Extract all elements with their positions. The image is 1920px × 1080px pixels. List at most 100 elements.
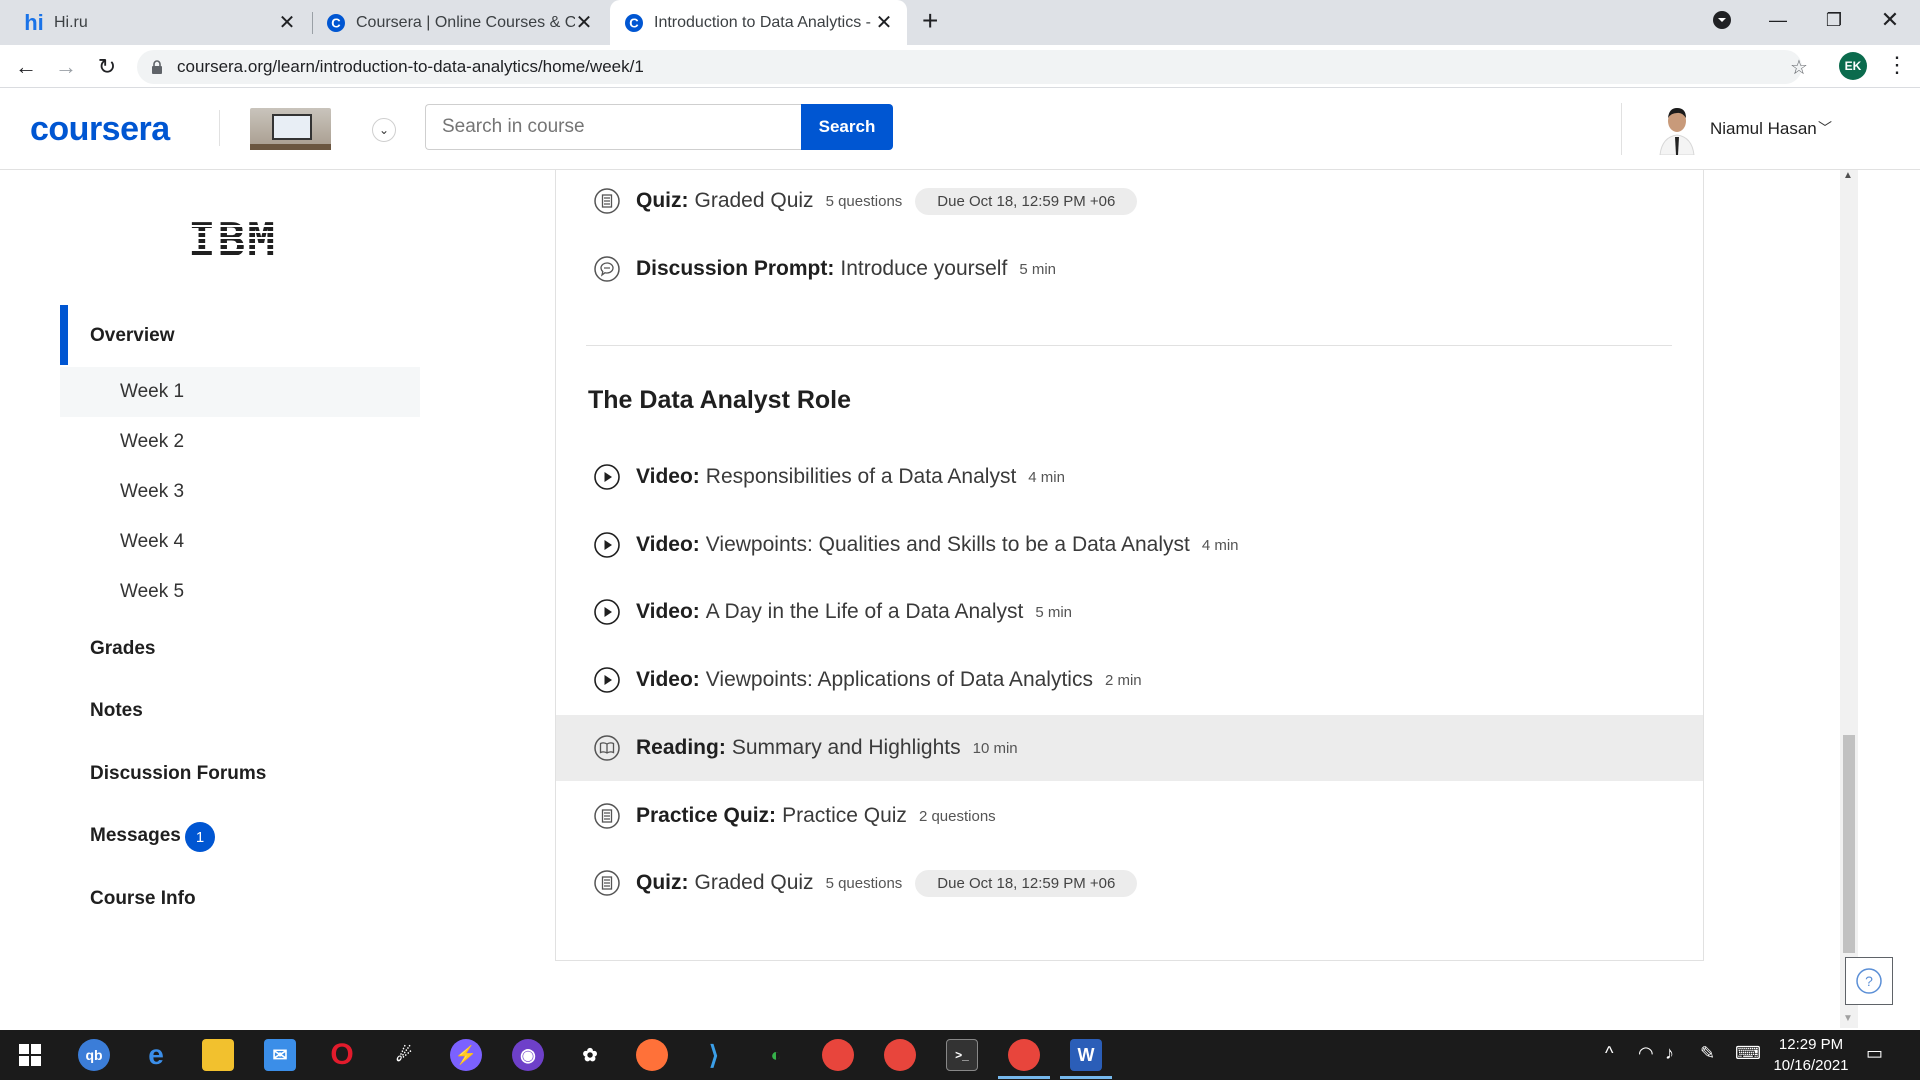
item-title: Summary and Highlights (731, 736, 961, 759)
list-item[interactable]: Practice Quiz: Practice Quiz 2 questions (556, 783, 1703, 849)
tab-intro-data-analytics[interactable]: C Introduction to Data Analytics - V ✕ (610, 0, 907, 45)
chevron-down-icon[interactable]: ⌄ (372, 118, 396, 142)
course-thumbnail[interactable] (250, 108, 331, 150)
file-explorer-icon[interactable] (202, 1039, 234, 1071)
sidebar-item-week-1[interactable]: Week 1 (120, 381, 184, 403)
sidebar-item-overview[interactable]: Overview (90, 325, 175, 347)
search-button[interactable]: Search (801, 104, 893, 150)
github-icon[interactable]: ◉ (512, 1039, 544, 1071)
new-tab-icon[interactable]: + (922, 6, 938, 36)
item-meta: 5 min (1019, 260, 1056, 278)
active-app-indicator (998, 1076, 1050, 1079)
sidebar-item-week-5[interactable]: Week 5 (120, 581, 184, 603)
list-item[interactable]: Quiz: Graded Quiz 5 questions Due Oct 18… (556, 168, 1703, 234)
item-type: Video: (636, 600, 700, 623)
tab-search-icon[interactable] (1694, 0, 1750, 40)
play-icon (594, 532, 620, 558)
tab-title: Introduction to Data Analytics - V (654, 13, 875, 31)
wifi-icon[interactable]: ◠ (1638, 1043, 1654, 1064)
satellite-icon[interactable]: ☄ (388, 1039, 420, 1071)
minimize-icon[interactable]: — (1750, 0, 1806, 40)
tab-title: Hi.ru (54, 13, 88, 31)
header-divider (219, 110, 220, 146)
chrome-icon[interactable] (822, 1039, 854, 1071)
help-button[interactable]: ? (1845, 957, 1893, 1005)
chevron-down-icon[interactable]: ﹀ (1818, 118, 1832, 138)
scroll-down-arrow-icon[interactable]: ▼ (1843, 1013, 1853, 1024)
sidebar-item-week-3[interactable]: Week 3 (120, 481, 184, 503)
restore-icon[interactable]: ❐ (1806, 0, 1862, 40)
list-item[interactable]: Video: A Day in the Life of a Data Analy… (556, 579, 1703, 645)
bookmark-star-icon[interactable]: ☆ (1790, 55, 1808, 80)
search-input[interactable] (425, 104, 802, 150)
sidebar-item-week-2[interactable]: Week 2 (120, 431, 184, 453)
scroll-up-arrow-icon[interactable]: ▲ (1843, 170, 1853, 181)
tab-coursera-home[interactable]: C Coursera | Online Courses & Crec ✕ (312, 0, 607, 45)
edge-icon[interactable]: e (140, 1039, 172, 1071)
browser-menu-icon[interactable]: ⋮ (1886, 52, 1908, 78)
volume-icon[interactable]: ♪ (1665, 1043, 1674, 1064)
terminal-icon[interactable]: >_ (946, 1039, 978, 1071)
opera-icon[interactable]: O (326, 1038, 358, 1071)
coursera-logo[interactable]: coursera (30, 110, 170, 149)
sidebar-item-notes[interactable]: Notes (90, 700, 143, 722)
item-meta: 2 questions (918, 807, 996, 825)
close-icon[interactable]: ✕ (875, 12, 893, 34)
tab-hi-ru[interactable]: hi Hi.ru ✕ (10, 0, 310, 45)
url-text: coursera.org/learn/introduction-to-data-… (177, 57, 644, 76)
messenger-icon[interactable]: ⚡ (450, 1039, 482, 1071)
svg-text:C: C (629, 15, 639, 30)
list-item[interactable]: Reading: Summary and Highlights 10 min (556, 715, 1703, 781)
reload-icon[interactable]: ↻ (91, 51, 123, 83)
word-icon[interactable]: W (1070, 1039, 1102, 1071)
list-item[interactable]: Video: Viewpoints: Qualities and Skills … (556, 512, 1703, 578)
url-field[interactable]: coursera.org/learn/introduction-to-data-… (137, 50, 1802, 84)
sidebar-item-grades[interactable]: Grades (90, 638, 155, 660)
svg-text:?: ? (1865, 973, 1873, 989)
qbittorrent-icon[interactable]: qb (78, 1039, 110, 1071)
user-name[interactable]: Niamul Hasan (1710, 119, 1817, 139)
discussion-icon (594, 256, 620, 282)
chrome-icon[interactable] (884, 1039, 916, 1071)
sidebar-item-messages[interactable]: Messages (90, 825, 181, 847)
quiz-icon (594, 870, 620, 896)
item-title: Graded Quiz (694, 871, 814, 894)
sidebar-item-discussion-forums[interactable]: Discussion Forums (90, 763, 266, 785)
pen-icon[interactable]: ✎ (1700, 1043, 1715, 1064)
item-meta: 4 min (1201, 536, 1239, 554)
back-icon[interactable]: ← (10, 51, 42, 83)
mail-icon[interactable]: ✉ (264, 1039, 296, 1071)
item-meta: 2 min (1104, 671, 1142, 689)
avatar[interactable] (1654, 103, 1700, 156)
item-title: Practice Quiz (782, 804, 907, 827)
item-title: A Day in the Life of a Data Analyst (705, 600, 1024, 623)
item-type: Video: (636, 533, 700, 556)
close-icon[interactable]: ✕ (278, 12, 296, 34)
list-item[interactable]: Video: Viewpoints: Applications of Data … (556, 647, 1703, 713)
list-item[interactable]: Discussion Prompt: Introduce yourself 5 … (556, 236, 1703, 302)
browser-profile-avatar[interactable]: EK (1839, 52, 1867, 80)
notification-icon[interactable]: ▭ (1866, 1043, 1883, 1064)
list-item[interactable]: Video: Responsibilities of a Data Analys… (556, 444, 1703, 510)
chevron-up-icon[interactable]: ^ (1605, 1043, 1613, 1064)
close-window-icon[interactable]: ✕ (1862, 0, 1918, 40)
address-bar: ← → ↻ coursera.org/learn/introduction-to… (0, 45, 1920, 88)
chrome-icon[interactable] (1008, 1039, 1040, 1071)
vscode-icon[interactable]: ⟩ (698, 1039, 730, 1071)
clock-time: 12:29 PM (1778, 1036, 1844, 1053)
system-clock[interactable]: 12:29 PM 10/16/2021 (1771, 1034, 1851, 1076)
firefox-icon[interactable] (636, 1039, 668, 1071)
item-title: Introduce yourself (840, 257, 1008, 280)
scrollbar-thumb[interactable] (1843, 735, 1855, 953)
keyboard-icon[interactable]: ⌨ (1735, 1043, 1761, 1064)
app-icon[interactable]: ◐ (760, 1039, 792, 1071)
close-icon[interactable]: ✕ (575, 12, 593, 34)
windows-start-icon[interactable] (14, 1039, 46, 1071)
forward-icon[interactable]: → (50, 51, 82, 83)
app-icon[interactable]: ✿ (574, 1039, 606, 1071)
header-divider (1621, 103, 1622, 155)
sidebar-item-week-4[interactable]: Week 4 (120, 531, 184, 553)
list-item[interactable]: Quiz: Graded Quiz 5 questions Due Oct 18… (556, 850, 1703, 916)
section-title: The Data Analyst Role (588, 386, 852, 414)
sidebar-item-course-info[interactable]: Course Info (90, 888, 196, 910)
